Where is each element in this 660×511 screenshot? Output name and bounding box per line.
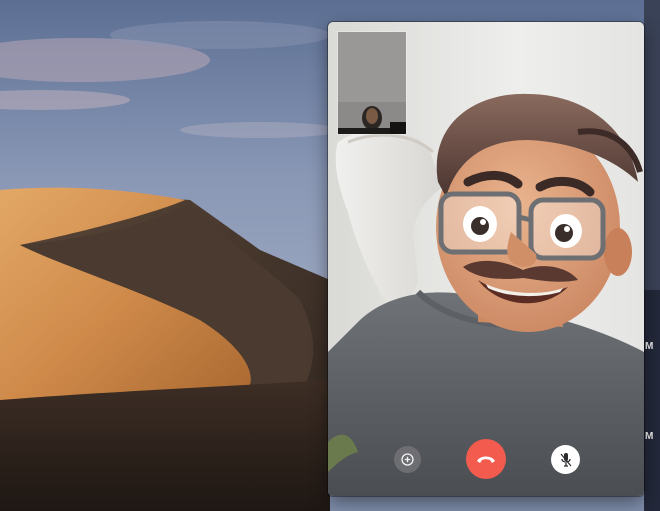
- end-call-button[interactable]: [466, 439, 506, 479]
- effects-plus-icon: [401, 453, 414, 466]
- edge-glyph: M: [645, 431, 654, 442]
- self-view-preview[interactable]: [337, 31, 407, 135]
- facetime-window[interactable]: [328, 22, 644, 496]
- microphone-icon: [560, 452, 571, 467]
- effects-button[interactable]: [394, 446, 421, 473]
- phone-hangup-icon: [477, 456, 495, 463]
- edge-glyph: M: [645, 341, 654, 352]
- call-controls: [328, 439, 644, 479]
- mute-button[interactable]: [551, 445, 580, 474]
